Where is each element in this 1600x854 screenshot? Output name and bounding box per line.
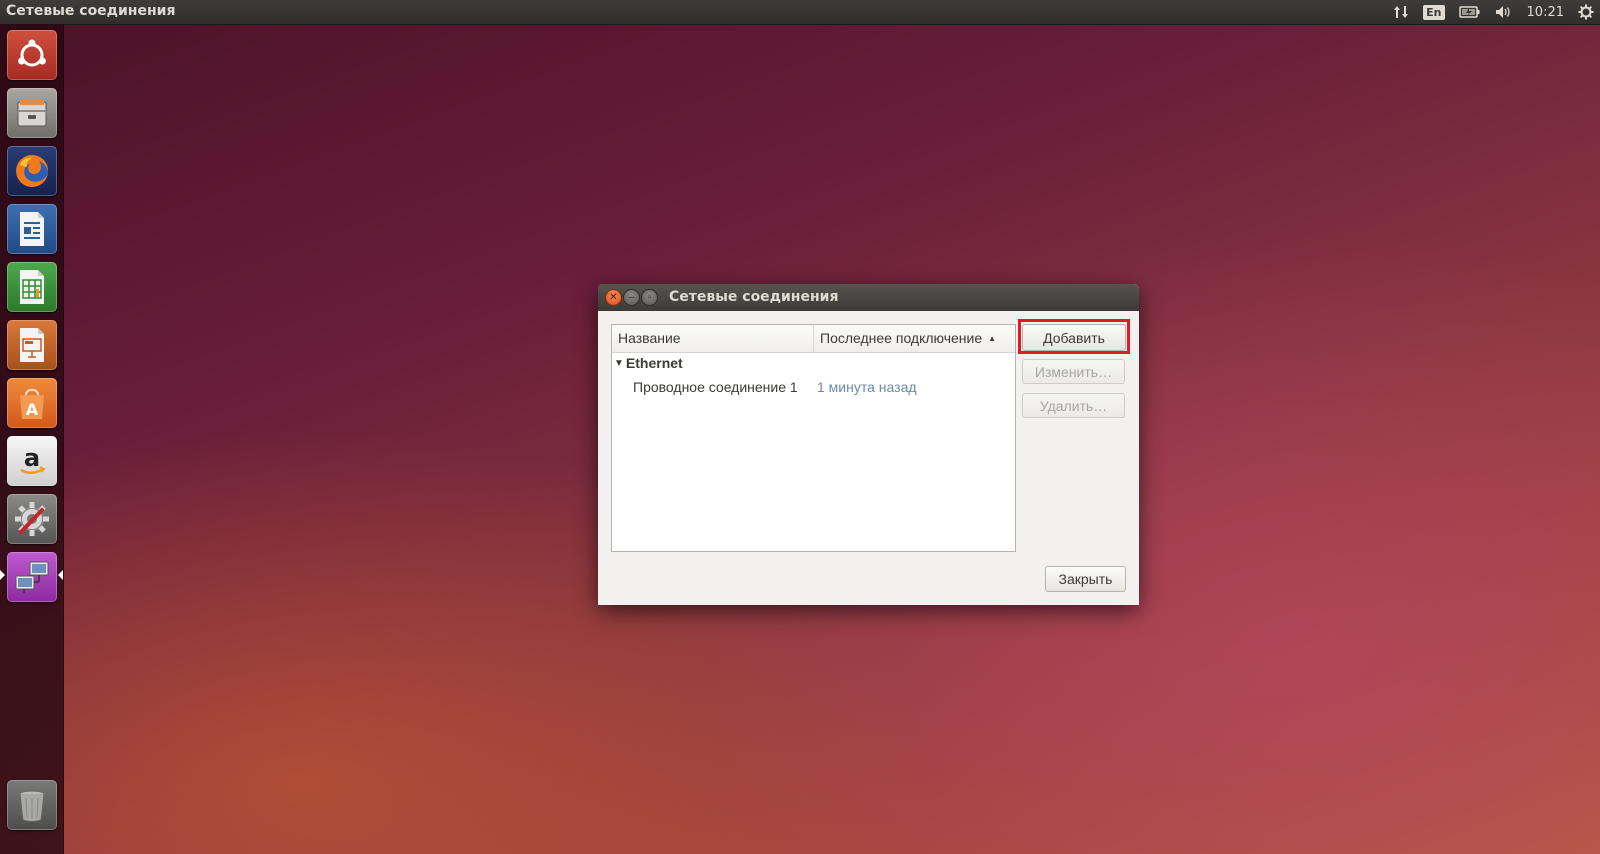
connection-name: Проводное соединение 1 xyxy=(633,379,798,395)
close-window-icon[interactable]: ✕ xyxy=(606,290,621,305)
active-app-title: Сетевые соединения xyxy=(6,3,176,19)
files-icon[interactable] xyxy=(7,88,57,138)
group-row-ethernet[interactable]: ▼ Ethernet xyxy=(612,355,683,371)
network-updown-icon[interactable] xyxy=(1393,4,1409,20)
focused-indicator-right xyxy=(58,570,63,580)
dialog-title: Сетевые соединения xyxy=(669,289,839,305)
column-header-last-connection[interactable]: Последнее подключение ▲ xyxy=(814,325,1015,352)
clock[interactable]: 10:21 xyxy=(1527,5,1564,20)
gear-icon[interactable] xyxy=(1578,4,1594,20)
ubuntu-software-center-icon[interactable]: A xyxy=(7,378,57,428)
amazon-icon[interactable]: a xyxy=(7,436,57,486)
firefox-icon[interactable] xyxy=(7,146,57,196)
list-item[interactable]: Проводное соединение 1 1 минута назад xyxy=(633,379,917,395)
language-label: En xyxy=(1423,4,1445,20)
column-header-name-label: Название xyxy=(618,330,681,346)
delete-button[interactable]: Удалить… xyxy=(1022,393,1125,418)
indicator-area: En 10:21 xyxy=(1393,0,1600,24)
battery-icon[interactable] xyxy=(1458,5,1481,19)
network-connections-icon[interactable] xyxy=(7,552,57,602)
column-header-name[interactable]: Название xyxy=(612,325,814,352)
close-button[interactable]: Закрыть xyxy=(1045,566,1126,592)
svg-text:a: a xyxy=(24,444,40,472)
trash-icon[interactable] xyxy=(7,780,57,830)
volume-icon[interactable] xyxy=(1495,5,1513,19)
column-header-last-label: Последнее подключение xyxy=(820,330,983,346)
ubuntu-dash-icon[interactable] xyxy=(7,30,57,80)
connection-last-used: 1 минута назад xyxy=(817,379,917,395)
libreoffice-writer-icon[interactable] xyxy=(7,204,57,254)
add-button[interactable]: Добавить xyxy=(1022,324,1126,351)
group-label: Ethernet xyxy=(625,355,683,371)
minimize-window-icon[interactable]: – xyxy=(624,290,639,305)
libreoffice-impress-icon[interactable] xyxy=(7,320,57,370)
edit-button[interactable]: Изменить… xyxy=(1022,359,1125,384)
active-indicator-left xyxy=(0,570,5,580)
launcher: A a xyxy=(0,24,64,854)
dialog-titlebar[interactable]: ✕ – ▫ Сетевые соединения xyxy=(598,284,1139,311)
system-settings-icon[interactable] xyxy=(7,494,57,544)
list-header: Название Последнее подключение ▲ xyxy=(612,325,1015,353)
top-panel: Сетевые соединения En 10:21 xyxy=(0,0,1600,24)
language-indicator[interactable]: En xyxy=(1423,4,1445,20)
connections-list[interactable]: Название Последнее подключение ▲ ▼ Ether… xyxy=(611,324,1016,552)
network-connections-dialog: ✕ – ▫ Сетевые соединения Название Послед… xyxy=(598,284,1139,605)
sort-ascending-icon: ▲ xyxy=(988,334,997,343)
svg-text:A: A xyxy=(26,400,39,419)
expander-down-icon[interactable]: ▼ xyxy=(614,358,624,369)
maximize-window-icon[interactable]: ▫ xyxy=(642,290,657,305)
libreoffice-calc-icon[interactable] xyxy=(7,262,57,312)
